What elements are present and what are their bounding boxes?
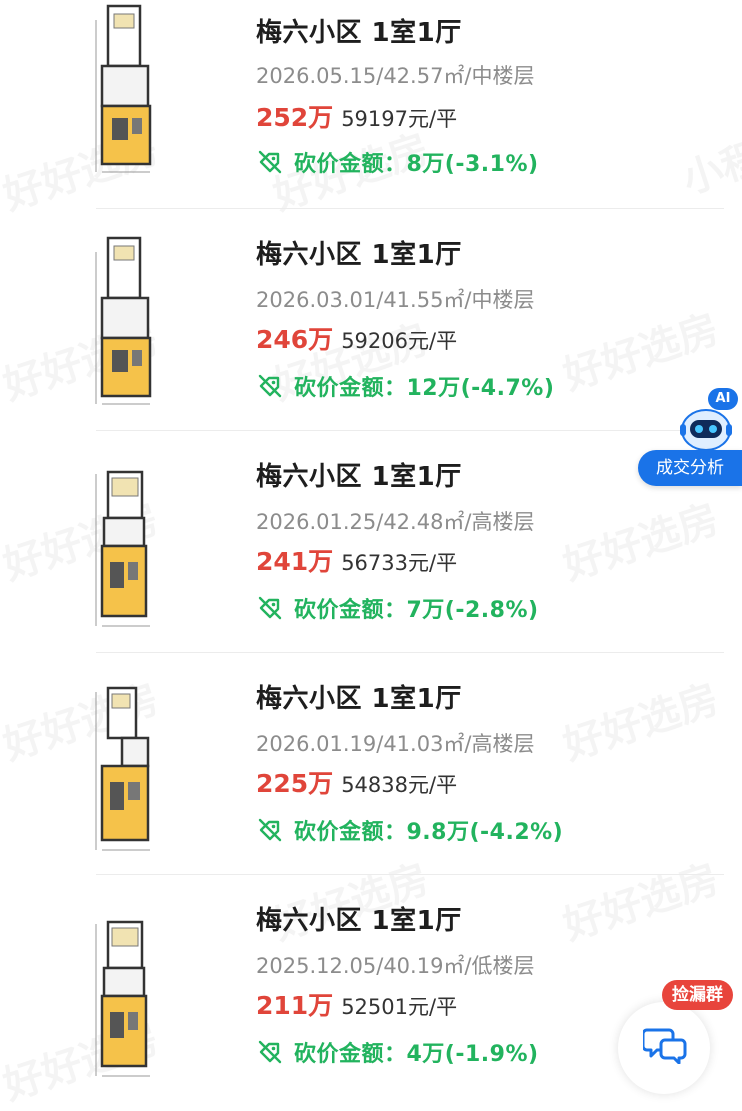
unit-price: 56733元/平	[341, 551, 458, 575]
price-cut-row: 砍价金额：7万(-2.8%)	[256, 592, 539, 624]
price-cut-label: 砍价金额：4万(-1.9%)	[294, 1042, 539, 1067]
price-tag-slash-icon	[258, 374, 282, 398]
unit-price: 52501元/平	[341, 995, 458, 1019]
listing-title: 梅六小区 1室1厅	[256, 906, 462, 936]
price-row: 246万 59206元/平	[256, 320, 457, 356]
floorplan-thumbnail[interactable]	[88, 0, 160, 180]
listing-item[interactable]: 梅六小区 1室1厅 2026.03.01/41.55㎡/中楼层 246万 5920…	[0, 222, 742, 444]
chat-bubbles-icon	[643, 1028, 687, 1064]
ai-badge: AI	[708, 388, 738, 410]
total-price: 246万	[256, 325, 334, 354]
unit-price: 59206元/平	[341, 329, 458, 353]
floorplan-icon	[95, 920, 150, 1077]
listing-meta: 2026.01.25/42.48㎡/高楼层	[256, 510, 535, 534]
price-cut-row: 砍价金额：8万(-3.1%)	[256, 146, 539, 178]
unit-price: 54838元/平	[341, 773, 458, 797]
total-price: 252万	[256, 103, 334, 132]
floorplan-icon	[95, 4, 152, 173]
listing-title: 梅六小区 1室1厅	[256, 684, 462, 714]
price-tag-slash-icon	[258, 1040, 282, 1064]
total-price: 225万	[256, 769, 334, 798]
price-tag-slash-icon	[258, 150, 282, 174]
price-row: 241万 56733元/平	[256, 542, 457, 578]
price-cut-row: 砍价金额：12万(-4.7%)	[256, 370, 554, 402]
bargain-group-widget[interactable]: 捡漏群	[610, 980, 742, 1094]
listing-item[interactable]: 梅六小区 1室1厅 2026.01.19/41.03㎡/高楼层 225万 5483…	[0, 666, 742, 888]
price-cut-label: 砍价金额：9.8万(-4.2%)	[294, 820, 564, 845]
price-cut-label: 砍价金额：8万(-3.1%)	[294, 152, 539, 177]
price-cut-row: 砍价金额：4万(-1.9%)	[256, 1036, 539, 1068]
divider	[96, 652, 724, 653]
floorplan-icon	[95, 686, 150, 851]
ai-deal-analysis-widget[interactable]: AI 成交分析	[638, 386, 742, 498]
bargain-group-badge: 捡漏群	[662, 980, 733, 1010]
listing-meta: 2026.01.19/41.03㎡/高楼层	[256, 732, 535, 756]
floorplan-thumbnail[interactable]	[88, 232, 160, 412]
price-cut-label: 砍价金额：7万(-2.8%)	[294, 598, 539, 623]
listing-meta: 2026.03.01/41.55㎡/中楼层	[256, 288, 535, 312]
floorplan-thumbnail[interactable]	[88, 678, 160, 858]
listing-meta: 2026.05.15/42.57㎡/中楼层	[256, 64, 535, 88]
price-row: 211万 52501元/平	[256, 986, 457, 1022]
deal-analysis-button[interactable]: 成交分析	[638, 450, 742, 486]
price-tag-slash-icon	[258, 818, 282, 842]
unit-price: 59197元/平	[341, 107, 458, 131]
divider	[96, 208, 724, 209]
listing-title: 梅六小区 1室1厅	[256, 240, 462, 270]
floorplan-thumbnail[interactable]	[88, 904, 160, 1084]
price-row: 225万 54838元/平	[256, 764, 457, 800]
chat-button[interactable]	[618, 1002, 710, 1094]
price-tag-slash-icon	[258, 596, 282, 620]
listing-meta: 2025.12.05/40.19㎡/低楼层	[256, 954, 535, 978]
divider	[96, 430, 724, 431]
listing-item[interactable]: 梅六小区 1室1厅 2026.05.15/42.57㎡/中楼层 252万 5919…	[0, 0, 742, 222]
floorplan-icon	[95, 236, 152, 405]
price-cut-label: 砍价金额：12万(-4.7%)	[294, 376, 555, 401]
price-row: 252万 59197元/平	[256, 98, 457, 134]
listing-title: 梅六小区 1室1厅	[256, 18, 462, 48]
listing-title: 梅六小区 1室1厅	[256, 462, 462, 492]
divider	[96, 874, 724, 875]
listing-item[interactable]: 梅六小区 1室1厅 2026.01.25/42.48㎡/高楼层 241万 5673…	[0, 444, 742, 666]
price-cut-row: 砍价金额：9.8万(-4.2%)	[256, 814, 563, 846]
floorplan-thumbnail[interactable]	[88, 454, 160, 634]
total-price: 211万	[256, 991, 334, 1020]
floorplan-icon	[95, 470, 150, 627]
total-price: 241万	[256, 547, 334, 576]
